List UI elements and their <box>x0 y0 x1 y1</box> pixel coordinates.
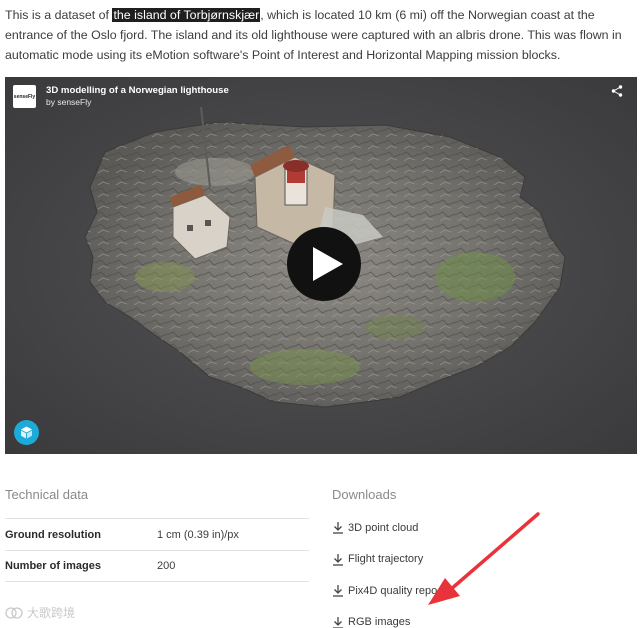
technical-data-table: Ground resolution 1 cm (0.39 in)/px Numb… <box>5 518 309 582</box>
viewer-titles: 3D modelling of a Norwegian lighthouse b… <box>46 85 229 108</box>
share-icon[interactable] <box>611 85 623 97</box>
download-rgb-images[interactable]: RGB images <box>332 607 437 628</box>
download-label: Pix4D quality repo <box>348 584 438 597</box>
highlighted-island-link[interactable]: the island of Torbjørnskjær <box>112 8 261 22</box>
watermark: 大歌跨境 <box>5 604 75 621</box>
watermark-text: 大歌跨境 <box>27 606 76 620</box>
cube-icon <box>21 426 32 439</box>
tech-label: Ground resolution <box>5 528 101 541</box>
tech-label: Number of images <box>5 560 101 572</box>
intro-before: This is a dataset of <box>5 8 113 22</box>
download-pix4d-quality-report[interactable]: Pix4D quality repo <box>332 575 437 607</box>
play-icon <box>312 247 343 281</box>
tech-value: 200 <box>157 560 176 572</box>
dataset-description: This is a dataset of the island of Torbj… <box>5 5 635 65</box>
download-icon <box>333 616 343 628</box>
download-label: RGB images <box>348 616 411 628</box>
download-icon <box>333 585 343 597</box>
model-title[interactable]: 3D modelling of a Norwegian lighthouse <box>46 85 229 97</box>
tech-value: 1 cm (0.39 in)/px <box>157 528 239 541</box>
sketchfab-icon[interactable] <box>14 420 39 445</box>
sensefly-logo[interactable]: senseFly <box>13 85 36 108</box>
watermark-logo-icon <box>5 606 23 619</box>
download-icon <box>333 522 343 534</box>
download-icon <box>333 553 343 566</box>
table-row: Number of images 200 <box>5 550 309 582</box>
downloads-list: 3D point cloud Flight trajectory Pix4D q… <box>332 512 437 628</box>
play-button[interactable] <box>287 227 361 301</box>
3d-model-viewer[interactable]: senseFly 3D modelling of a Norwegian lig… <box>5 77 637 454</box>
download-label: Flight trajectory <box>348 553 424 566</box>
download-label: 3D point cloud <box>348 521 419 534</box>
table-row: Ground resolution 1 cm (0.39 in)/px <box>5 518 309 550</box>
downloads-heading: Downloads <box>332 487 397 502</box>
download-flight-trajectory[interactable]: Flight trajectory <box>332 544 437 576</box>
technical-data-heading: Technical data <box>5 487 89 502</box>
download-3d-point-cloud[interactable]: 3D point cloud <box>332 512 437 544</box>
viewer-header: senseFly 3D modelling of a Norwegian lig… <box>13 85 229 108</box>
model-author[interactable]: by senseFly <box>46 97 229 108</box>
